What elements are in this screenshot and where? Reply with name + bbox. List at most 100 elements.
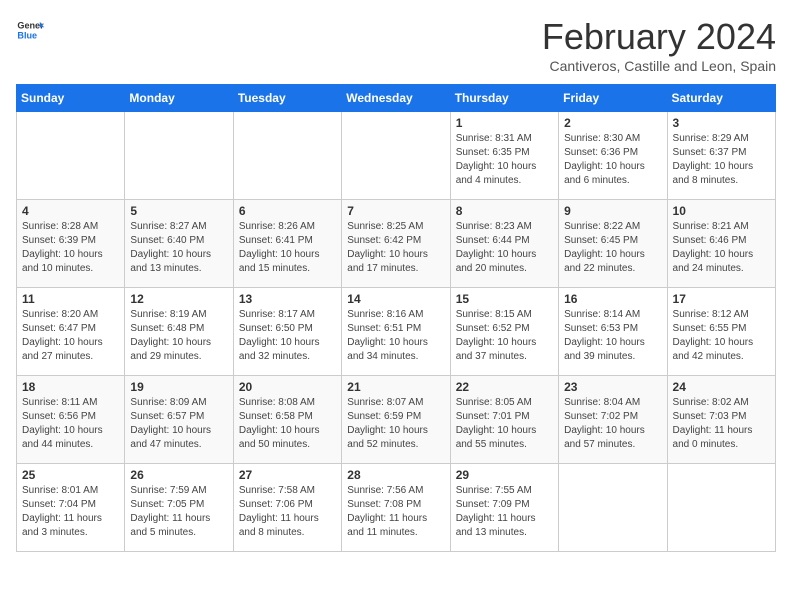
calendar-day-8: 8 Sunrise: 8:23 AM Sunset: 6:44 PM Daylig… <box>450 200 558 288</box>
header-wednesday: Wednesday <box>342 85 450 112</box>
header-tuesday: Tuesday <box>233 85 341 112</box>
day-info: Sunrise: 8:26 AM Sunset: 6:41 PM Dayligh… <box>239 220 336 276</box>
day-number: 25 <box>22 468 119 482</box>
day-number: 28 <box>347 468 444 482</box>
day-number: 22 <box>456 380 553 394</box>
title-area: February 2024 Cantiveros, Castille and L… <box>542 16 776 74</box>
calendar-day-17: 17 Sunrise: 8:12 AM Sunset: 6:55 PM Dayli… <box>667 288 775 376</box>
day-info: Sunrise: 7:56 AM Sunset: 7:08 PM Dayligh… <box>347 484 444 540</box>
calendar-day-21: 21Sunrise: 8:07 AM Sunset: 6:59 PM Dayli… <box>342 376 450 464</box>
day-number: 17 <box>673 292 770 306</box>
day-number: 29 <box>456 468 553 482</box>
day-info: Sunrise: 8:12 AM Sunset: 6:55 PM Dayligh… <box>673 308 770 364</box>
page-header: General Blue February 2024 Cantiveros, C… <box>16 16 776 74</box>
calendar-day-10: 10 Sunrise: 8:21 AM Sunset: 6:46 PM Dayli… <box>667 200 775 288</box>
day-number: 14 <box>347 292 444 306</box>
calendar-day-29: 29 Sunrise: 7:55 AM Sunset: 7:09 PM Dayli… <box>450 464 558 552</box>
day-number: 3 <box>673 116 770 130</box>
day-info: Sunrise: 8:20 AM Sunset: 6:47 PM Dayligh… <box>22 308 119 364</box>
day-number: 18 <box>22 380 119 394</box>
day-info: Sunrise: 8:17 AM Sunset: 6:50 PM Dayligh… <box>239 308 336 364</box>
day-info: Sunrise: 8:11 AM Sunset: 6:56 PM Dayligh… <box>22 396 119 452</box>
day-info: Sunrise: 7:58 AM Sunset: 7:06 PM Dayligh… <box>239 484 336 540</box>
svg-text:Blue: Blue <box>17 30 37 40</box>
day-info: Sunrise: 8:16 AM Sunset: 6:51 PM Dayligh… <box>347 308 444 364</box>
day-info: Sunrise: 8:19 AM Sunset: 6:48 PM Dayligh… <box>130 308 227 364</box>
calendar-day-2: 2Sunrise: 8:30 AM Sunset: 6:36 PM Daylig… <box>559 112 667 200</box>
day-number: 12 <box>130 292 227 306</box>
calendar-day-12: 12 Sunrise: 8:19 AM Sunset: 6:48 PM Dayli… <box>125 288 233 376</box>
calendar-week-row: 11 Sunrise: 8:20 AM Sunset: 6:47 PM Dayli… <box>17 288 776 376</box>
day-info: Sunrise: 8:07 AM Sunset: 6:59 PM Dayligh… <box>347 396 444 452</box>
day-number: 8 <box>456 204 553 218</box>
day-info: Sunrise: 8:22 AM Sunset: 6:45 PM Dayligh… <box>564 220 661 276</box>
calendar-header-row: SundayMondayTuesdayWednesdayThursdayFrid… <box>17 85 776 112</box>
month-title: February 2024 <box>542 16 776 58</box>
calendar-day-empty <box>125 112 233 200</box>
day-number: 19 <box>130 380 227 394</box>
calendar-day-7: 7Sunrise: 8:25 AM Sunset: 6:42 PM Daylig… <box>342 200 450 288</box>
calendar-day-27: 27 Sunrise: 7:58 AM Sunset: 7:06 PM Dayli… <box>233 464 341 552</box>
calendar-day-22: 22 Sunrise: 8:05 AM Sunset: 7:01 PM Dayli… <box>450 376 558 464</box>
day-number: 2 <box>564 116 661 130</box>
day-info: Sunrise: 8:05 AM Sunset: 7:01 PM Dayligh… <box>456 396 553 452</box>
calendar-day-empty <box>342 112 450 200</box>
calendar-day-empty <box>17 112 125 200</box>
day-info: Sunrise: 8:15 AM Sunset: 6:52 PM Dayligh… <box>456 308 553 364</box>
calendar-day-23: 23 Sunrise: 8:04 AM Sunset: 7:02 PM Dayli… <box>559 376 667 464</box>
calendar-day-4: 4 Sunrise: 8:28 AM Sunset: 6:39 PM Daylig… <box>17 200 125 288</box>
day-info: Sunrise: 8:29 AM Sunset: 6:37 PM Dayligh… <box>673 132 770 188</box>
calendar-day-24: 24 Sunrise: 8:02 AM Sunset: 7:03 PM Dayli… <box>667 376 775 464</box>
day-info: Sunrise: 8:04 AM Sunset: 7:02 PM Dayligh… <box>564 396 661 452</box>
calendar-day-empty <box>559 464 667 552</box>
day-info: Sunrise: 8:09 AM Sunset: 6:57 PM Dayligh… <box>130 396 227 452</box>
day-info: Sunrise: 8:31 AM Sunset: 6:35 PM Dayligh… <box>456 132 553 188</box>
day-number: 5 <box>130 204 227 218</box>
day-info: Sunrise: 8:25 AM Sunset: 6:42 PM Dayligh… <box>347 220 444 276</box>
calendar-day-6: 6 Sunrise: 8:26 AM Sunset: 6:41 PM Daylig… <box>233 200 341 288</box>
calendar-week-row: 25 Sunrise: 8:01 AM Sunset: 7:04 PM Dayli… <box>17 464 776 552</box>
header-sunday: Sunday <box>17 85 125 112</box>
day-number: 1 <box>456 116 553 130</box>
calendar-day-19: 19 Sunrise: 8:09 AM Sunset: 6:57 PM Dayli… <box>125 376 233 464</box>
calendar-day-28: 28 Sunrise: 7:56 AM Sunset: 7:08 PM Dayli… <box>342 464 450 552</box>
day-number: 10 <box>673 204 770 218</box>
day-number: 26 <box>130 468 227 482</box>
day-info: Sunrise: 8:02 AM Sunset: 7:03 PM Dayligh… <box>673 396 770 452</box>
header-thursday: Thursday <box>450 85 558 112</box>
location-subtitle: Cantiveros, Castille and Leon, Spain <box>542 58 776 74</box>
day-number: 6 <box>239 204 336 218</box>
day-number: 9 <box>564 204 661 218</box>
header-friday: Friday <box>559 85 667 112</box>
calendar-day-16: 16Sunrise: 8:14 AM Sunset: 6:53 PM Dayli… <box>559 288 667 376</box>
day-info: Sunrise: 7:59 AM Sunset: 7:05 PM Dayligh… <box>130 484 227 540</box>
calendar-week-row: 18 Sunrise: 8:11 AM Sunset: 6:56 PM Dayli… <box>17 376 776 464</box>
calendar-day-5: 5 Sunrise: 8:27 AM Sunset: 6:40 PM Daylig… <box>125 200 233 288</box>
day-number: 16 <box>564 292 661 306</box>
day-info: Sunrise: 8:23 AM Sunset: 6:44 PM Dayligh… <box>456 220 553 276</box>
day-number: 11 <box>22 292 119 306</box>
day-info: Sunrise: 8:08 AM Sunset: 6:58 PM Dayligh… <box>239 396 336 452</box>
calendar-day-20: 20 Sunrise: 8:08 AM Sunset: 6:58 PM Dayli… <box>233 376 341 464</box>
calendar-week-row: 4 Sunrise: 8:28 AM Sunset: 6:39 PM Daylig… <box>17 200 776 288</box>
day-number: 15 <box>456 292 553 306</box>
day-info: Sunrise: 8:27 AM Sunset: 6:40 PM Dayligh… <box>130 220 227 276</box>
calendar-day-empty <box>667 464 775 552</box>
day-number: 4 <box>22 204 119 218</box>
calendar-day-9: 9 Sunrise: 8:22 AM Sunset: 6:45 PM Daylig… <box>559 200 667 288</box>
day-number: 23 <box>564 380 661 394</box>
calendar-table: SundayMondayTuesdayWednesdayThursdayFrid… <box>16 84 776 552</box>
day-info: Sunrise: 8:21 AM Sunset: 6:46 PM Dayligh… <box>673 220 770 276</box>
day-number: 13 <box>239 292 336 306</box>
day-number: 24 <box>673 380 770 394</box>
calendar-day-3: 3 Sunrise: 8:29 AM Sunset: 6:37 PM Daylig… <box>667 112 775 200</box>
day-number: 20 <box>239 380 336 394</box>
day-number: 27 <box>239 468 336 482</box>
day-info: Sunrise: 8:28 AM Sunset: 6:39 PM Dayligh… <box>22 220 119 276</box>
header-monday: Monday <box>125 85 233 112</box>
logo: General Blue <box>16 16 44 44</box>
day-info: Sunrise: 7:55 AM Sunset: 7:09 PM Dayligh… <box>456 484 553 540</box>
calendar-day-18: 18 Sunrise: 8:11 AM Sunset: 6:56 PM Dayli… <box>17 376 125 464</box>
day-info: Sunrise: 8:01 AM Sunset: 7:04 PM Dayligh… <box>22 484 119 540</box>
calendar-day-25: 25 Sunrise: 8:01 AM Sunset: 7:04 PM Dayli… <box>17 464 125 552</box>
